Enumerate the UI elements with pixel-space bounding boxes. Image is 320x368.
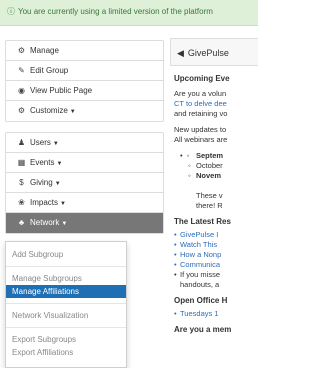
upcoming-events-heading: Upcoming Eve xyxy=(174,74,230,83)
menu-divider xyxy=(6,266,126,267)
paragraph-line: and retaining vo xyxy=(174,109,228,118)
resource-link[interactable]: • How a Nonp xyxy=(174,250,258,260)
office-hours-link[interactable]: • Tuesdays 1 xyxy=(174,309,258,319)
sidebar-item-manage[interactable]: ⚙ Manage xyxy=(6,41,163,61)
sidebar-item-label: Events xyxy=(30,158,55,167)
resource-link[interactable]: • Watch This xyxy=(174,240,258,250)
menu-item-network-visualization[interactable]: Network Visualization xyxy=(6,309,126,322)
bullet-icon: • xyxy=(174,270,177,279)
sidebar-group-sections: ♟ Users ▼ ▦ Events ▼ $ Giving ▼ ❀ Impacts ▼ ♣ Net… xyxy=(5,132,164,234)
caret-down-icon: ▼ xyxy=(52,141,59,147)
sidebar-item-label: Network xyxy=(30,218,60,227)
open-office-hours-heading: Open Office H xyxy=(174,296,228,305)
caret-down-icon: ▼ xyxy=(54,181,61,187)
eye-icon: ◉ xyxy=(18,86,25,95)
menu-divider xyxy=(6,303,126,304)
sidebar-item-label: Impacts xyxy=(30,198,59,207)
sidebar-item-view-public-page[interactable]: ◉ View Public Page xyxy=(6,81,163,101)
bullhorn-icon: ◀ xyxy=(177,48,184,58)
sidebar-item-label: Edit Group xyxy=(30,66,69,75)
sidebar-item-label: Customize xyxy=(30,106,68,115)
caret-down-icon: ▼ xyxy=(56,161,63,167)
banner-text: You are currently using a limited versio… xyxy=(18,7,213,16)
paragraph-link[interactable]: CT to delve dee xyxy=(174,99,258,109)
latest-resources-heading: The Latest Res xyxy=(174,217,231,226)
list-item: • ◦ Septem xyxy=(180,151,224,160)
list-item-continuation: handouts, a xyxy=(180,280,220,289)
sidebar-item-label: Giving xyxy=(30,178,53,187)
menu-item-export-affiliations[interactable]: Export Affiliations xyxy=(6,346,126,359)
sidebar-item-users[interactable]: ♟ Users ▼ xyxy=(6,133,163,153)
sidebar-item-events[interactable]: ▦ Events ▼ xyxy=(6,153,163,173)
bullet-icon: • xyxy=(174,260,177,269)
menu-item-export-subgroups[interactable]: Export Subgroups xyxy=(6,333,126,346)
user-icon: ♟ xyxy=(17,138,26,147)
paragraph-line: New updates to xyxy=(174,125,227,134)
impacts-icon: ❀ xyxy=(18,198,25,207)
menu-item-add-subgroup[interactable]: Add Subgroup xyxy=(6,248,126,261)
panel-header: ◀ GivePulse xyxy=(170,38,258,66)
caret-down-icon: ▼ xyxy=(60,201,66,207)
sidebar-item-giving[interactable]: $ Giving ▼ xyxy=(6,173,163,193)
bullet-icon: ◦ xyxy=(188,171,191,180)
resource-link[interactable]: • GivePulse I xyxy=(174,230,258,240)
resource-link[interactable]: • Communica xyxy=(174,260,258,270)
sidebar-item-impacts[interactable]: ❀ Impacts ▼ xyxy=(6,193,163,213)
resources-list: • GivePulse I • Watch This • How a Nonp • Co… xyxy=(174,230,258,290)
list-item: ◦ Novem xyxy=(188,171,222,180)
caret-down-icon: ▼ xyxy=(69,109,76,115)
caret-down-icon: ▼ xyxy=(61,221,68,227)
calendar-icon: ▦ xyxy=(17,158,26,167)
menu-item-manage-subgroups[interactable]: Manage Subgroups xyxy=(6,272,126,285)
gears-icon: ⚙ xyxy=(17,46,26,55)
bullet-icon: • xyxy=(174,230,177,239)
list-item: ◦ October xyxy=(188,161,223,170)
bullet-icon: • ◦ xyxy=(180,151,190,160)
sidebar-item-label: View Public Page xyxy=(30,86,93,95)
menu-item-manage-affiliations[interactable]: Manage Affiliations xyxy=(6,285,126,298)
gears-icon: ⚙ xyxy=(17,106,26,115)
paragraph-line: These v xyxy=(196,191,223,200)
bullet-icon: • xyxy=(174,309,177,318)
paragraph-line: All webinars are xyxy=(174,135,228,144)
bullet-icon: ◦ xyxy=(188,161,191,170)
sitemap-icon: ♣ xyxy=(18,218,25,227)
dollar-icon: $ xyxy=(19,178,24,187)
menu-divider xyxy=(6,327,126,328)
panel-title: GivePulse xyxy=(187,48,229,58)
bullet-icon: • xyxy=(174,240,177,249)
info-circle-icon: ⓘ xyxy=(7,7,15,16)
sidebar-item-label: Users xyxy=(30,138,51,147)
sidebar-item-customize[interactable]: ⚙ Customize ▼ xyxy=(6,101,163,121)
member-heading: Are you a mem xyxy=(174,325,232,334)
sidebar-item-edit-group[interactable]: ✎ Edit Group xyxy=(6,61,163,81)
limited-version-banner: ⓘ You are currently using a limited versi… xyxy=(0,0,258,26)
pencil-icon: ✎ xyxy=(18,66,25,75)
list-item: • If you misse xyxy=(174,270,221,279)
main-content: ◀ GivePulse Upcoming Eve Are you a volun … xyxy=(170,34,258,368)
sidebar-item-label: Manage xyxy=(30,46,59,55)
webinar-list: • ◦ Septem ◦ October ◦ Novem These v there!… xyxy=(174,151,258,211)
network-dropdown-menu: Add Subgroup Manage Subgroups Manage Aff… xyxy=(5,241,127,368)
paragraph-line: Are you a volun xyxy=(174,89,227,98)
sidebar-item-network[interactable]: ♣ Network ▼ xyxy=(6,213,163,233)
bullet-icon: • xyxy=(174,250,177,259)
sidebar-group-manage: ⚙ Manage ✎ Edit Group ◉ View Public Page ⚙ C… xyxy=(5,40,164,122)
paragraph-line: there! R xyxy=(196,201,223,210)
